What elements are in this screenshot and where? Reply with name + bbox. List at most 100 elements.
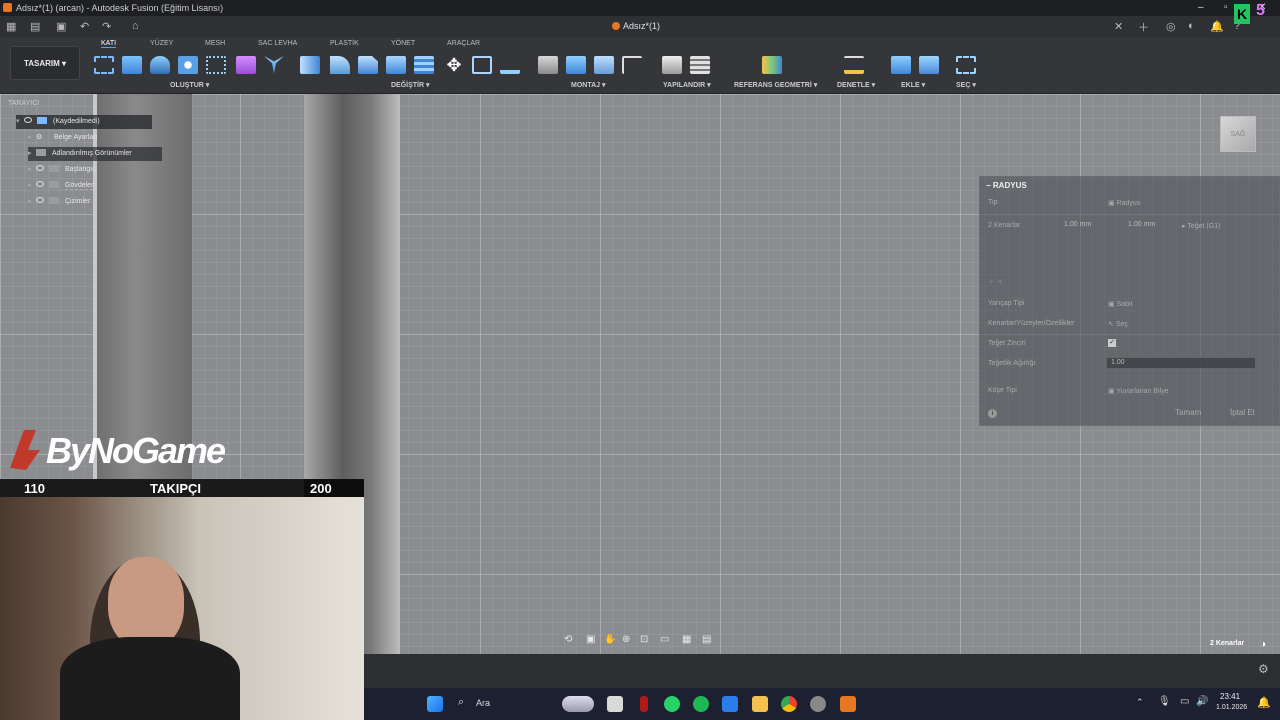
search-icon[interactable]: ⌕ <box>458 696 464 709</box>
undo-icon[interactable]: ↶ <box>80 20 89 33</box>
browser-root[interactable]: ▾ (Kaydedilmedi) <box>16 115 152 129</box>
browser-item-bodies[interactable]: ▸ Gövdeler <box>28 179 94 193</box>
app-icon[interactable] <box>640 696 648 712</box>
tab-plastic[interactable]: PLASTİK <box>330 40 359 47</box>
tangent-chain-checkbox[interactable]: ✓ <box>1108 339 1116 347</box>
home-icon[interactable]: ⌂ <box>132 20 139 32</box>
physical-material-icon[interactable] <box>500 56 520 74</box>
tangent-weight-input[interactable]: 1.00 <box>1106 357 1256 369</box>
viewports-icon[interactable]: ▤ <box>702 634 711 645</box>
value-1-field[interactable]: 1.00 mm <box>1060 220 1102 232</box>
group-assemble[interactable]: MONTAJ ▾ <box>571 81 606 89</box>
browser-item-named-views[interactable]: ▸ Adlandırılmış Görünümler <box>28 147 162 161</box>
close-tab-icon[interactable]: ✕ <box>1114 20 1123 33</box>
tab-sheet-metal[interactable]: SAC LEVHA <box>258 40 297 47</box>
zoom-icon[interactable]: ⊕ <box>622 634 630 645</box>
move-icon[interactable]: ✥ <box>444 56 464 74</box>
group-insert[interactable]: EKLE ▾ <box>901 81 925 89</box>
maximize-button[interactable]: ▫ <box>1224 2 1228 13</box>
canvas-icon[interactable] <box>919 56 939 74</box>
align-icon[interactable] <box>472 56 492 74</box>
corner-type-dropdown[interactable]: ▣ Yuvarlanan Bilye <box>1108 387 1169 395</box>
collapse-arrow-icon[interactable]: ▾ <box>16 115 24 129</box>
settings-gear-icon[interactable]: ⚙ <box>1258 662 1269 676</box>
configure-icon[interactable] <box>662 56 682 74</box>
notifications-icon[interactable]: 🔔 <box>1210 20 1224 33</box>
file-icon[interactable]: ▤ <box>30 20 40 33</box>
shell-icon[interactable] <box>386 56 406 74</box>
workspace-switcher[interactable]: TASARIM ▾ <box>10 46 80 80</box>
group-modify[interactable]: DEĞİŞTİR ▾ <box>391 81 430 89</box>
tangent-dropdown[interactable]: ▸ Teğet (G1) <box>1182 222 1220 230</box>
grid-settings-icon[interactable]: ▦ <box>682 634 691 645</box>
expand-arrow-icon[interactable]: ▸ <box>28 179 36 193</box>
task-view-icon[interactable] <box>607 696 623 712</box>
form-icon[interactable] <box>236 56 256 74</box>
redo-icon[interactable]: ↷ <box>102 20 111 33</box>
measure-icon[interactable] <box>844 56 864 74</box>
fusion-taskbar-icon[interactable] <box>840 696 856 712</box>
hidden-eye-icon[interactable] <box>36 165 44 171</box>
visibility-eye-icon[interactable] <box>24 117 32 123</box>
document-tab[interactable]: Adsız*(1) <box>612 21 660 31</box>
chrome-profile-icon[interactable] <box>810 696 826 712</box>
look-at-icon[interactable]: ▣ <box>586 634 595 645</box>
expand-arrow-icon[interactable]: ▸ <box>28 163 36 177</box>
expand-arrow-icon[interactable]: ▸ <box>28 195 36 209</box>
tab-mesh[interactable]: MESH <box>205 40 225 47</box>
ok-button[interactable]: Tamam <box>1175 407 1201 419</box>
display-settings-icon[interactable]: ▭ <box>660 634 669 645</box>
clock-date[interactable]: 1.01.2026 <box>1216 704 1247 711</box>
microphone-icon[interactable]: 🎙 <box>1158 696 1171 707</box>
add-remove-icons[interactable]: ＋ ✕ <box>988 277 1003 287</box>
value-2-field[interactable]: 1.00 mm <box>1124 220 1166 232</box>
online-status-icon[interactable]: ◎ <box>1166 20 1176 33</box>
new-tab-icon[interactable]: ＋ <box>1138 19 1149 35</box>
radius-type-dropdown[interactable]: ▣ Sabit <box>1108 300 1133 308</box>
type-dropdown[interactable]: ▣ Radyus <box>1108 199 1140 207</box>
tab-manage[interactable]: YÖNET <box>391 40 415 47</box>
browser-item-origin[interactable]: ▸ Başlangıç <box>28 163 96 177</box>
extrude-icon[interactable] <box>122 56 142 74</box>
tab-utilities[interactable]: ARAÇLAR <box>447 40 480 47</box>
visibility-eye-icon[interactable] <box>36 197 44 203</box>
windows-start-icon[interactable] <box>427 696 443 712</box>
file-explorer-icon[interactable] <box>752 696 768 712</box>
volume-icon[interactable]: 🔊 <box>1196 696 1208 707</box>
browser-item-document-settings[interactable]: ▸ ⚙ Belge Ayarları <box>28 131 97 145</box>
notification-bell-icon[interactable]: 🔔 <box>1257 696 1271 709</box>
browser-item-sketches[interactable]: ▸ Çizimler <box>28 195 90 209</box>
press-pull-icon[interactable] <box>300 56 320 74</box>
network-icon[interactable]: ▭ <box>1180 696 1189 707</box>
group-configure[interactable]: YAPILANDIR ▾ <box>663 81 711 89</box>
whatsapp-icon[interactable] <box>664 696 680 712</box>
insert-icon[interactable] <box>891 56 911 74</box>
spotify-icon[interactable] <box>693 696 709 712</box>
save-icon[interactable]: ▣ <box>56 20 66 33</box>
draft-icon[interactable] <box>414 56 434 74</box>
fit-icon[interactable]: ⊡ <box>640 634 648 645</box>
as-built-joint-icon[interactable] <box>594 56 614 74</box>
group-create[interactable]: OLUŞTUR ▾ <box>170 81 209 89</box>
revolve-icon[interactable] <box>150 56 170 74</box>
select-button[interactable]: ↖ Seç <box>1108 320 1128 328</box>
pattern-icon[interactable] <box>206 56 226 74</box>
joint-icon[interactable] <box>566 56 586 74</box>
clock-time[interactable]: 23:41 <box>1220 692 1240 701</box>
weather-icon[interactable] <box>562 696 594 712</box>
expand-arrow-icon[interactable]: ▸ <box>28 131 36 145</box>
offset-plane-icon[interactable] <box>762 56 782 74</box>
view-cube[interactable]: SAĞ <box>1220 116 1256 152</box>
mail-icon[interactable] <box>722 696 738 712</box>
hole-icon[interactable] <box>178 56 198 74</box>
assembly-tree-icon[interactable] <box>622 56 642 74</box>
configuration-table-icon[interactable] <box>690 56 710 74</box>
chamfer-icon[interactable] <box>358 56 378 74</box>
cancel-button[interactable]: İptal Et <box>1230 407 1255 419</box>
selection-filter-icon[interactable]: ◑ <box>1260 639 1266 650</box>
select-icon[interactable] <box>956 56 976 74</box>
orbit-icon[interactable]: ⟲ <box>564 634 572 645</box>
info-icon[interactable]: i <box>988 409 997 418</box>
create-sketch-icon[interactable] <box>94 56 114 74</box>
tab-surface[interactable]: YÜZEY <box>150 40 173 47</box>
